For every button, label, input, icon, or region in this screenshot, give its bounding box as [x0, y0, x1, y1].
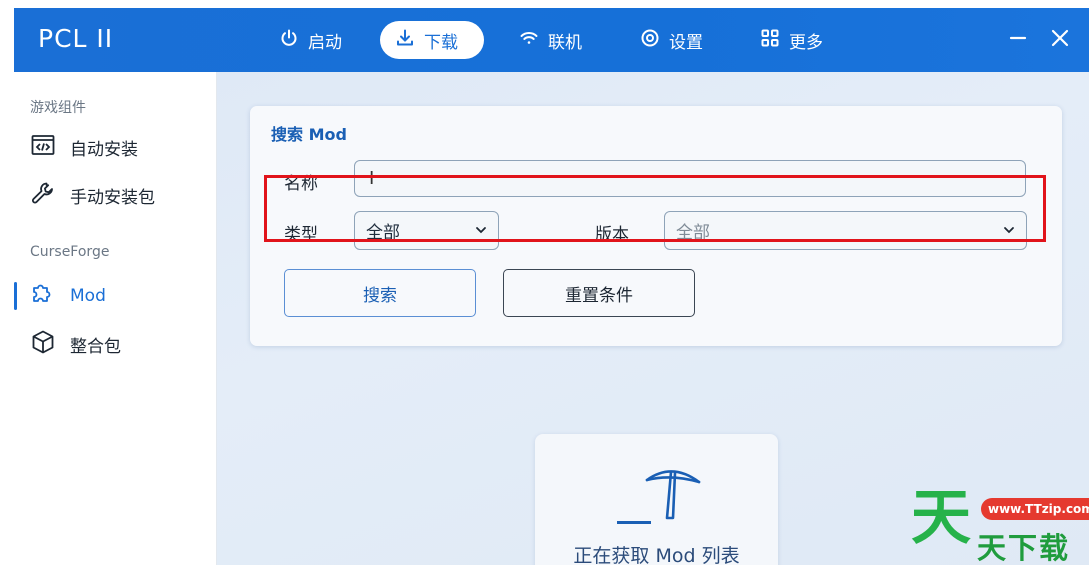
text-cursor-icon: I	[369, 168, 375, 189]
loading-dash	[617, 521, 651, 524]
version-select-value: 全部	[676, 223, 710, 243]
version-select[interactable]: 全部	[664, 211, 1027, 250]
wrench-icon	[30, 180, 56, 211]
sidebar-group-game-components: 游戏组件	[30, 100, 86, 116]
sidebar: 游戏组件 自动安装 手动安装包 CurseForge Mod 整合包	[14, 72, 217, 565]
sidebar-item-auto-install[interactable]: 自动安装	[30, 132, 138, 163]
pickaxe-icon	[645, 470, 701, 520]
sidebar-group-curseforge: CurseForge	[30, 244, 110, 260]
sidebar-item-manual-install-label: 手动安装包	[70, 188, 155, 208]
nav-multiplayer-label: 联机	[548, 32, 582, 53]
sidebar-item-mod[interactable]: Mod	[30, 280, 106, 311]
search-button[interactable]: 搜索	[284, 269, 476, 317]
download-icon	[395, 28, 415, 53]
nav-launch-label: 启动	[308, 32, 342, 53]
puzzle-icon	[30, 280, 56, 311]
reset-button[interactable]: 重置条件	[503, 269, 695, 317]
power-icon	[279, 28, 299, 53]
name-input[interactable]: I	[354, 160, 1026, 197]
app-title: PCL II	[38, 24, 114, 53]
loading-card: 正在获取 Mod 列表	[535, 434, 778, 565]
nav-more[interactable]: 更多	[745, 21, 838, 59]
close-icon	[1049, 27, 1071, 53]
nav-download-label: 下载	[424, 32, 458, 53]
minimize-icon	[1007, 27, 1029, 53]
close-button[interactable]	[1044, 24, 1076, 56]
gear-icon	[640, 28, 660, 53]
search-card-title: 搜索 Mod	[271, 125, 347, 144]
sidebar-item-mod-label: Mod	[70, 285, 106, 306]
type-label: 类型	[284, 225, 318, 245]
nav-more-label: 更多	[789, 32, 823, 53]
watermark-logo-char: 天	[911, 483, 971, 553]
loading-text: 正在获取 Mod 列表	[573, 545, 740, 565]
version-label: 版本	[595, 225, 629, 245]
chevron-down-icon	[476, 227, 486, 234]
search-card: 搜索 Mod 名称 I 类型 全部 版本 全部 搜索 重置条件	[250, 106, 1062, 346]
sidebar-item-manual-install[interactable]: 手动安装包	[30, 180, 155, 211]
type-select[interactable]: 全部	[354, 211, 499, 250]
watermark: 天 www.TTzip.com 天下载	[905, 488, 1089, 565]
active-indicator	[14, 282, 17, 310]
nav-launch[interactable]: 启动	[264, 21, 357, 59]
cube-icon	[30, 329, 56, 360]
watermark-text: 天下载	[977, 531, 1071, 565]
name-label: 名称	[284, 174, 318, 194]
launcher-window: PCL II 启动 下载 联机 设置 更多 游戏组件 自动安装 手动安装包 Cu…	[14, 0, 1089, 565]
chevron-down-icon	[1004, 227, 1014, 234]
grid-icon	[760, 28, 780, 53]
sidebar-item-modpack[interactable]: 整合包	[30, 329, 121, 360]
sidebar-item-modpack-label: 整合包	[70, 337, 121, 357]
nav-settings-label: 设置	[669, 32, 703, 53]
title-bar: PCL II 启动 下载 联机 设置 更多	[14, 8, 1089, 72]
code-window-icon	[30, 132, 56, 163]
nav-multiplayer[interactable]: 联机	[504, 21, 597, 59]
minimize-button[interactable]	[1002, 24, 1034, 56]
nav-settings[interactable]: 设置	[625, 21, 718, 59]
nav-download[interactable]: 下载	[380, 21, 484, 59]
type-select-value: 全部	[366, 223, 400, 243]
sidebar-item-auto-install-label: 自动安装	[70, 140, 138, 160]
watermark-url: www.TTzip.com	[981, 498, 1089, 520]
wifi-icon	[519, 28, 539, 53]
